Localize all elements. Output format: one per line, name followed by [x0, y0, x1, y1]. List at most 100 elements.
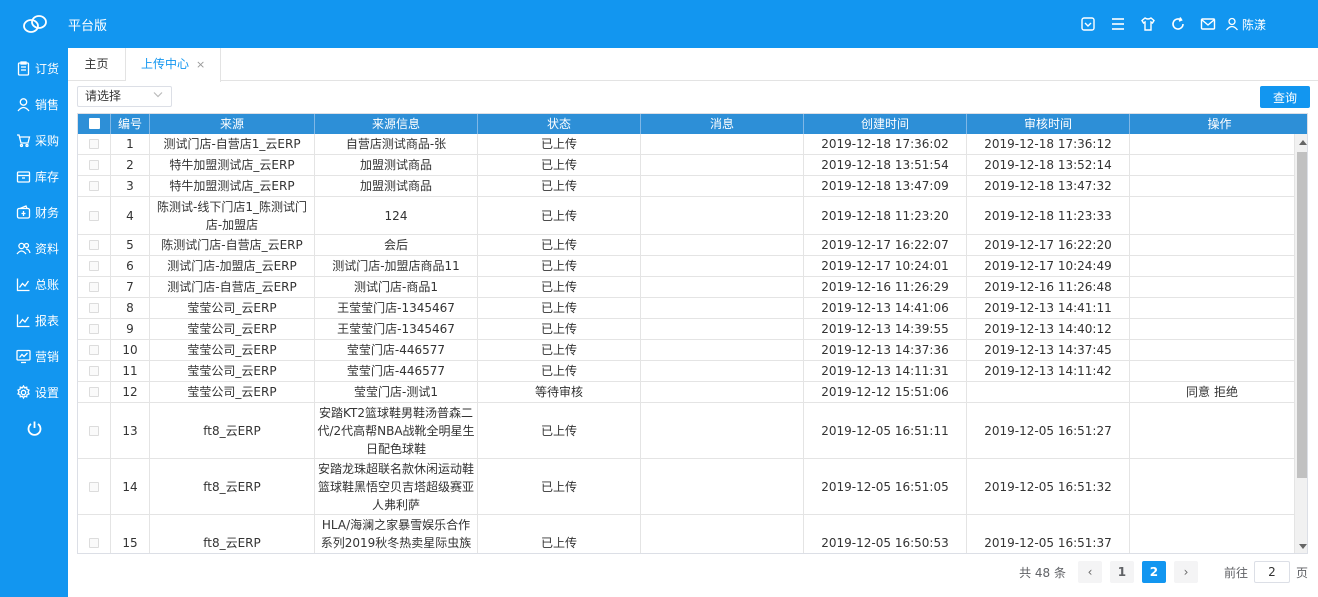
table-row[interactable]: 10 莹莹公司_云ERP 莹莹门店-446577 已上传 2019-12-13 14:3… — [78, 340, 1294, 361]
next-page-button[interactable]: › — [1173, 561, 1198, 583]
tab-home[interactable]: 主页 — [68, 48, 126, 81]
sidebar-item-settings[interactable]: 设置 — [0, 374, 68, 410]
table-scrollbar[interactable] — [1294, 134, 1307, 553]
cell-message — [641, 459, 804, 514]
dropdown-box-icon[interactable] — [1073, 0, 1103, 48]
cell-source-info: 莹莹门店-446577 — [315, 340, 478, 360]
cell-source: 测试门店-加盟店_云ERP — [150, 256, 315, 276]
table-row[interactable]: 4 陈测试-线下门店1_陈测试门店-加盟店 124 已上传 2019-12-18 11:… — [78, 197, 1294, 235]
query-button[interactable]: 查询 — [1260, 86, 1310, 108]
cell-source: 特牛加盟测试店_云ERP — [150, 155, 315, 175]
cell-reviewed: 2019-12-16 11:26:48 — [967, 277, 1130, 297]
menu-icon[interactable] — [1103, 0, 1133, 48]
cell-status: 已上传 — [478, 340, 641, 360]
cell-message — [641, 277, 804, 297]
shirt-icon[interactable] — [1133, 0, 1163, 48]
cell-status: 已上传 — [478, 176, 641, 196]
user-menu[interactable]: 陈漾 — [1225, 16, 1266, 33]
cell-reviewed: 2019-12-13 14:11:42 — [967, 361, 1130, 381]
chevron-down-icon — [153, 92, 163, 98]
cell-source-info: 王莹莹门店-1345467 — [315, 319, 478, 339]
row-checkbox[interactable] — [89, 139, 99, 149]
cell-message — [641, 319, 804, 339]
row-checkbox[interactable] — [89, 210, 99, 221]
refresh-icon[interactable] — [1163, 0, 1193, 48]
approve-link[interactable]: 同意 — [1186, 383, 1210, 401]
goto-page-input[interactable]: 2 — [1253, 561, 1290, 583]
sidebar-item-order[interactable]: 订货 — [0, 50, 68, 86]
pagination: 共 48 条 ‹ 1 2 › 前往 2 页 — [1019, 561, 1308, 583]
cell-source-info: 王莹莹门店-1345467 — [315, 298, 478, 318]
cell-source: ft8_云ERP — [150, 403, 315, 458]
table-row[interactable]: 14 ft8_云ERP 安踏龙珠超联名款休闲运动鞋篮球鞋黑悟空贝吉塔超级赛亚人弗利萨… — [78, 459, 1294, 515]
page-button-1[interactable]: 1 — [1109, 561, 1134, 583]
cell-message — [641, 361, 804, 381]
table-row[interactable]: 1 测试门店-自营店1_云ERP 自营店测试商品-张 已上传 2019-12-18 17… — [78, 134, 1294, 155]
cell-source-info: 测试门店-加盟店商品11 — [315, 256, 478, 276]
table-row[interactable]: 3 特牛加盟测试店_云ERP 加盟测试商品 已上传 2019-12-18 13:47:0… — [78, 176, 1294, 197]
scroll-up-icon[interactable] — [1299, 140, 1307, 145]
cell-actions — [1130, 298, 1294, 318]
sidebar-item-sales[interactable]: 销售 — [0, 86, 68, 122]
sidebar-item-data[interactable]: 资料 — [0, 230, 68, 266]
sidebar-item-purchase[interactable]: 采购 — [0, 122, 68, 158]
cell-status: 已上传 — [478, 155, 641, 175]
row-checkbox[interactable] — [89, 303, 99, 313]
table-row[interactable]: 6 测试门店-加盟店_云ERP 测试门店-加盟店商品11 已上传 2019-12-17 … — [78, 256, 1294, 277]
row-checkbox[interactable] — [89, 240, 99, 250]
source-filter-select[interactable]: 请选择 — [77, 86, 172, 107]
top-bar: 平台版 陈漾 — [0, 0, 1318, 48]
select-all-checkbox[interactable] — [78, 114, 111, 134]
row-checkbox[interactable] — [89, 387, 99, 397]
row-checkbox[interactable] — [89, 366, 99, 376]
cell-source-info: 124 — [315, 197, 478, 234]
table-row[interactable]: 2 特牛加盟测试店_云ERP 加盟测试商品 已上传 2019-12-18 13:51:5… — [78, 155, 1294, 176]
table-row[interactable]: 7 测试门店-自营店_云ERP 测试门店-商品1 已上传 2019-12-16 11:2… — [78, 277, 1294, 298]
cell-message — [641, 403, 804, 458]
cell-no: 9 — [111, 319, 150, 339]
scroll-down-icon[interactable] — [1299, 544, 1307, 549]
row-checkbox[interactable] — [89, 425, 99, 436]
row-checkbox[interactable] — [89, 181, 99, 191]
table-row[interactable]: 5 陈测试门店-自营店_云ERP 会后 已上传 2019-12-17 16:22:07 2… — [78, 235, 1294, 256]
row-checkbox[interactable] — [89, 345, 99, 355]
scrollbar-thumb[interactable] — [1297, 152, 1307, 478]
row-checkbox[interactable] — [89, 481, 99, 492]
reject-link[interactable]: 拒绝 — [1214, 383, 1238, 401]
cell-message — [641, 235, 804, 255]
cell-created: 2019-12-16 11:26:29 — [804, 277, 967, 297]
table-row[interactable]: 11 莹莹公司_云ERP 莹莹门店-446577 已上传 2019-12-13 14:1… — [78, 361, 1294, 382]
clipboard-icon — [17, 60, 30, 76]
sidebar-item-reports[interactable]: 报表 — [0, 302, 68, 338]
cell-reviewed: 2019-12-13 14:41:11 — [967, 298, 1130, 318]
table-row[interactable]: 15ft8_云ERPHLA/海澜之家暴雪娱乐合作系列2019秋冬热卖星际虫族卫衣… — [78, 515, 1294, 553]
table-row[interactable]: 8 莹莹公司_云ERP 王莹莹门店-1345467 已上传 2019-12-13 14:… — [78, 298, 1294, 319]
sidebar-item-marketing[interactable]: 营销 — [0, 338, 68, 374]
row-checkbox[interactable] — [89, 160, 99, 170]
goto-page: 前往 2 页 — [1224, 561, 1308, 583]
table-row[interactable]: 12 莹莹公司_云ERP 莹莹门店-测试1 等待审核 2019-12-12 15:51:… — [78, 382, 1294, 403]
mail-icon[interactable] — [1193, 0, 1223, 48]
row-checkbox[interactable] — [89, 261, 99, 271]
sidebar-item-ledger[interactable]: 总账 — [0, 266, 68, 302]
cell-reviewed: 2019-12-18 11:23:33 — [967, 197, 1130, 234]
page-button-2[interactable]: 2 — [1141, 561, 1166, 583]
logout-button[interactable] — [0, 410, 68, 446]
table-row[interactable]: 13 ft8_云ERP 安踏KT2篮球鞋男鞋汤普森二代/2代高帮NBA战靴全明星生日… — [78, 403, 1294, 459]
table-row[interactable]: 9 莹莹公司_云ERP 王莹莹门店-1345467 已上传 2019-12-13 14:… — [78, 319, 1294, 340]
gear-icon — [17, 384, 30, 399]
cell-created: 2019-12-17 16:22:07 — [804, 235, 967, 255]
row-checkbox-cell — [78, 197, 111, 234]
row-checkbox[interactable] — [89, 537, 99, 548]
box-icon — [16, 170, 31, 183]
cell-source: 陈测试门店-自营店_云ERP — [150, 235, 315, 255]
tab-upload-center[interactable]: 上传中心 × — [126, 48, 221, 82]
checkbox-icon — [88, 118, 100, 129]
sidebar-item-inventory[interactable]: 库存 — [0, 158, 68, 194]
cell-reviewed: 2019-12-18 13:52:14 — [967, 155, 1130, 175]
prev-page-button[interactable]: ‹ — [1077, 561, 1102, 583]
row-checkbox[interactable] — [89, 282, 99, 292]
row-checkbox[interactable] — [89, 324, 99, 334]
sidebar-item-finance[interactable]: 财务 — [0, 194, 68, 230]
close-icon[interactable]: × — [196, 58, 205, 71]
